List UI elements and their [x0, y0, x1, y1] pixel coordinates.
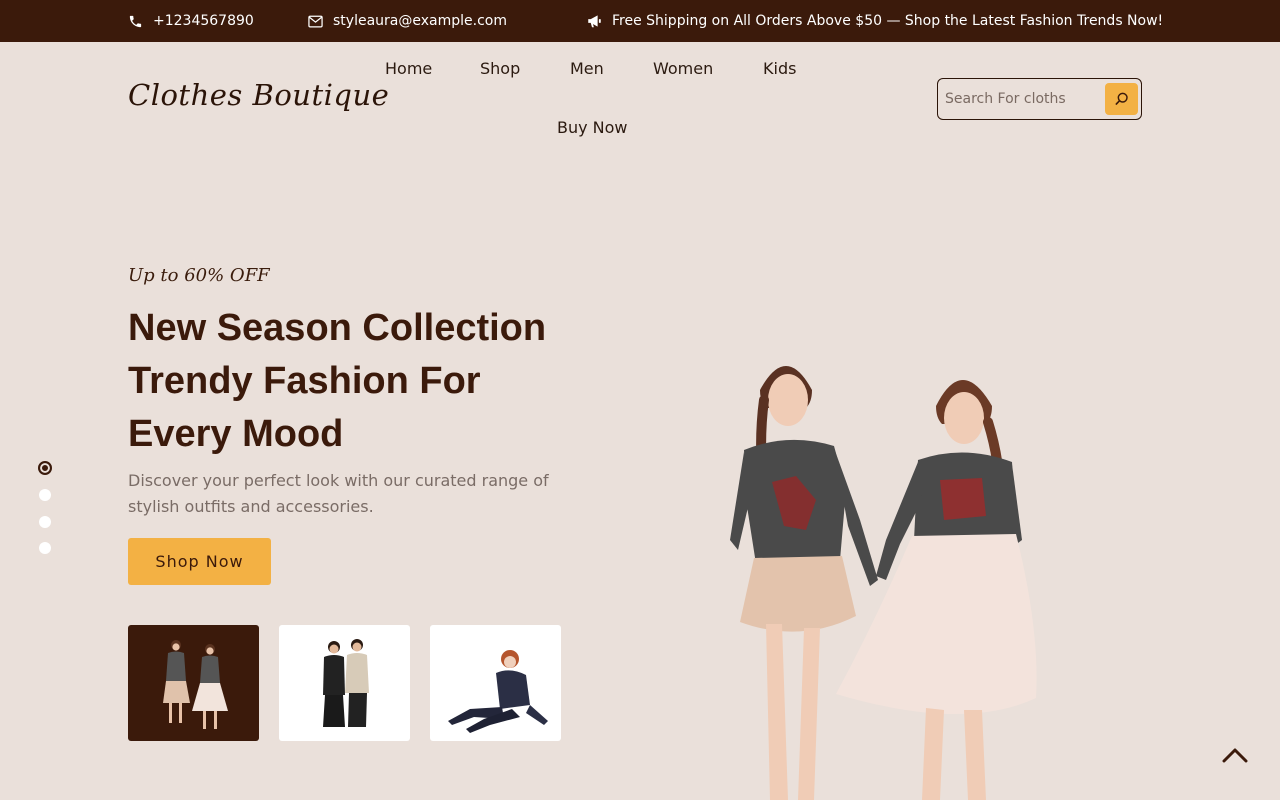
nav-shop[interactable]: Shop — [480, 59, 520, 78]
search-icon — [1115, 92, 1128, 105]
logo[interactable]: Clothes Boutique — [128, 78, 389, 112]
scroll-to-top-button[interactable] — [1218, 738, 1252, 772]
nav-buy-now[interactable]: Buy Now — [557, 118, 628, 137]
search-input[interactable] — [945, 87, 1100, 111]
slide-thumbnail-2[interactable] — [279, 625, 410, 741]
topbar-promo: Free Shipping on All Orders Above $50 — … — [587, 0, 1163, 42]
email-address: styleaura@example.com — [333, 13, 507, 29]
hero-headline: New Season Collection Trendy Fashion For… — [128, 302, 608, 461]
hero-subtitle: Discover your perfect look with our cura… — [128, 471, 549, 516]
headline-line-1: New Season Collection — [128, 307, 547, 349]
nav-women[interactable]: Women — [653, 59, 713, 78]
search-button[interactable] — [1105, 83, 1138, 115]
shop-now-button[interactable]: Shop Now — [128, 538, 271, 585]
couple-thumbnail-image — [323, 639, 369, 727]
slide-thumbnail-3[interactable] — [430, 625, 561, 741]
headline-line-2: Trendy Fashion For — [128, 360, 481, 402]
slider-dot-4[interactable] — [39, 542, 51, 554]
hero-models-image — [730, 366, 1037, 800]
mail-icon — [308, 15, 323, 27]
promo-text: Free Shipping on All Orders Above $50 — … — [612, 13, 1164, 29]
slider-dot-2[interactable] — [39, 489, 51, 501]
nav-kids[interactable]: Kids — [763, 59, 796, 78]
top-bar: +1234567890 styleaura@example.com Free S… — [0, 0, 1280, 42]
topbar-email[interactable]: styleaura@example.com — [308, 0, 507, 42]
phone-icon — [129, 15, 142, 27]
slider-dot-3[interactable] — [39, 516, 51, 528]
two-women-thumbnail-image — [163, 640, 228, 729]
nav-men[interactable]: Men — [570, 59, 604, 78]
chevron-up-icon — [1222, 748, 1248, 763]
phone-number: +1234567890 — [153, 13, 254, 29]
slide-thumbnail-1[interactable] — [128, 625, 259, 741]
topbar-phone[interactable]: +1234567890 — [128, 0, 254, 42]
offer-tagline: Up to 60% OFF — [128, 265, 270, 286]
nav-home[interactable]: Home — [385, 59, 432, 78]
search-box — [937, 78, 1142, 120]
megaphone-icon — [588, 15, 601, 28]
headline-line-3: Every Mood — [128, 413, 344, 455]
slider-dot-1[interactable] — [38, 461, 52, 475]
woman-sitting-thumbnail-image — [448, 650, 548, 733]
